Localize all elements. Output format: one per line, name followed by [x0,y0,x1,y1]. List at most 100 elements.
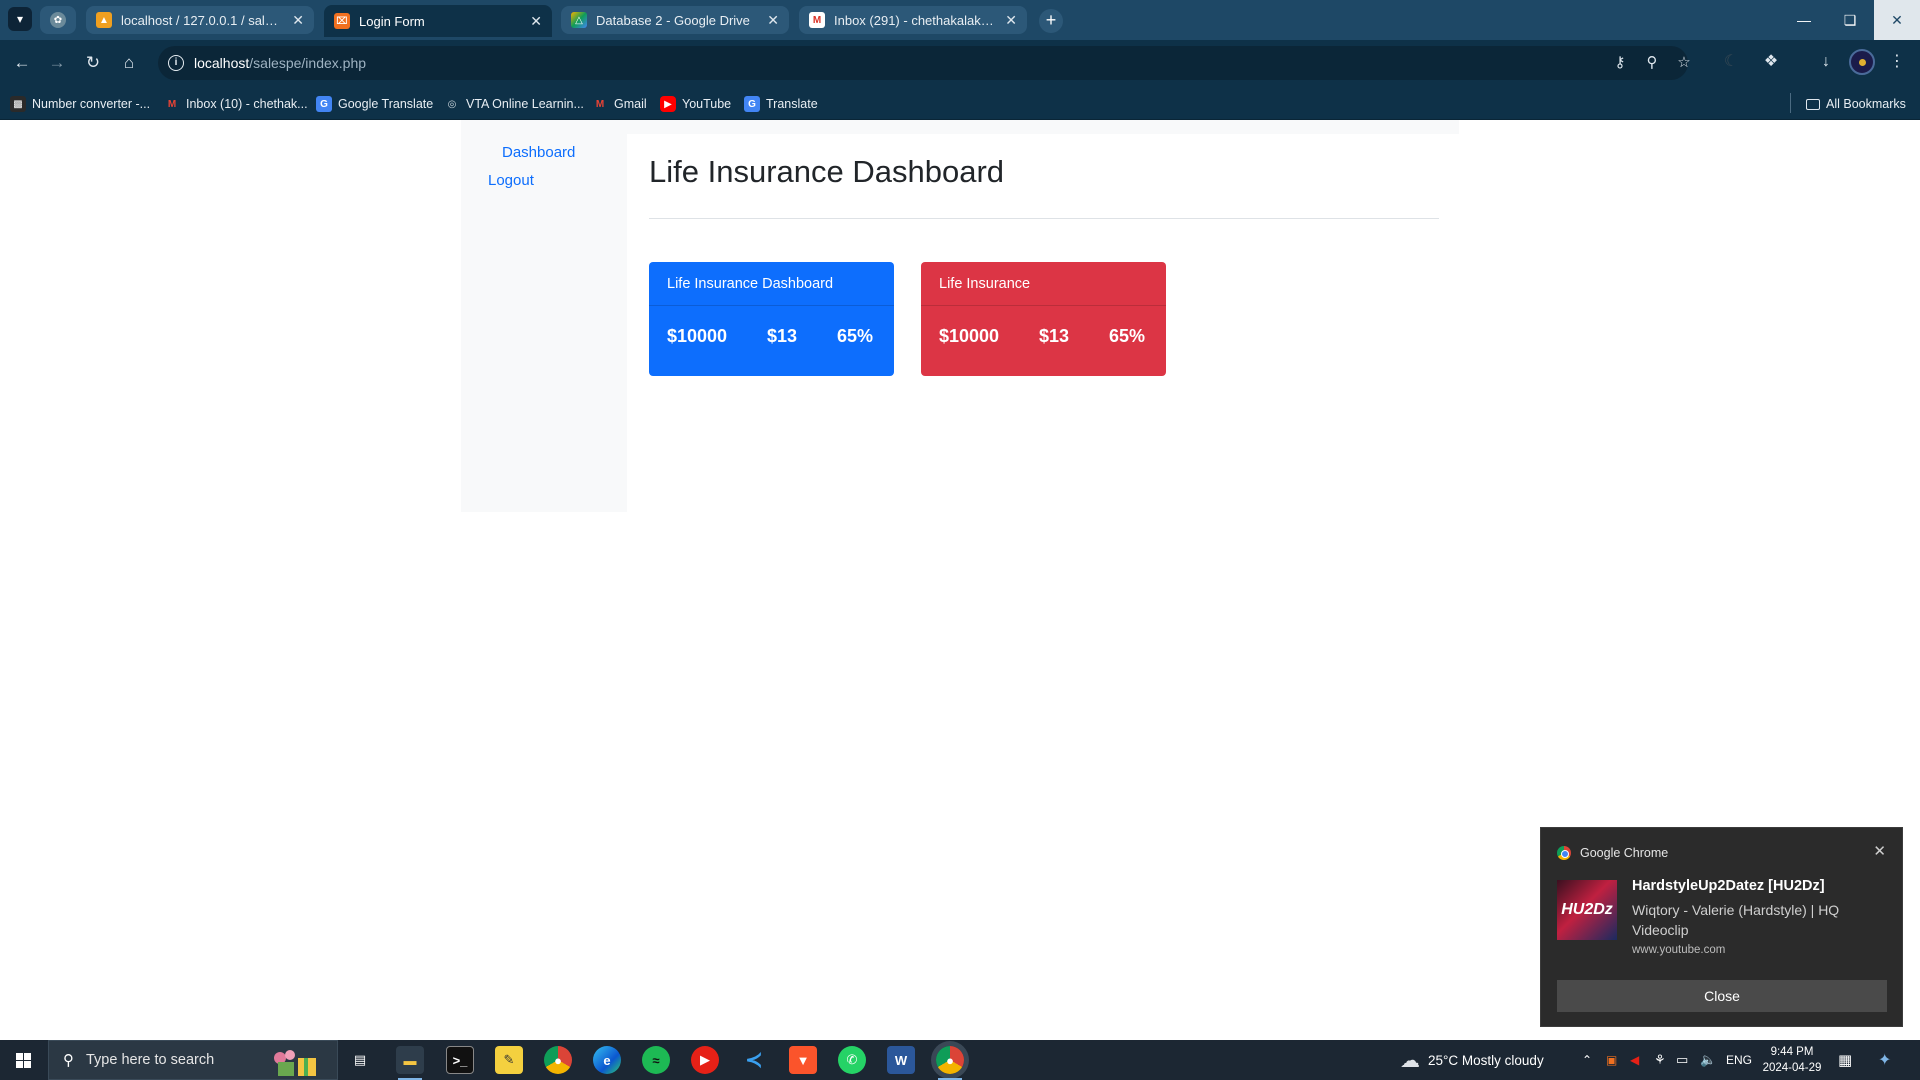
address-url[interactable]: localhost/salespe/index.php [194,55,366,71]
edge-icon[interactable]: e [593,1046,621,1074]
site-info-icon[interactable]: i [168,55,184,71]
close-tab-icon[interactable]: ✕ [767,12,779,29]
minimize-button[interactable]: — [1781,0,1827,40]
youtube-music-icon[interactable]: ▶ [691,1046,719,1074]
profile-avatar[interactable] [1849,49,1875,75]
back-arrow-icon[interactable]: ← [10,51,34,75]
new-tab-button[interactable]: + [1039,9,1063,33]
container-band [461,120,1459,134]
spotify-icon[interactable]: ≈ [642,1046,670,1074]
chrome-active-icon[interactable]: ● [936,1046,964,1080]
terminal-icon[interactable]: >_ [446,1046,474,1074]
card-percentage: 65% [837,326,874,346]
tab-login-form[interactable]: ⌧ Login Form ✕ [324,5,552,37]
weather-widget[interactable]: ☁ 25°C Mostly cloudy [1400,1040,1544,1080]
page-title: Life Insurance Dashboard [649,154,1005,189]
clock[interactable]: 9:44 PM 2024-04-29 [1762,1044,1822,1076]
chrome-taskbar-icon[interactable]: ● [544,1046,572,1074]
cloudy-weather-icon: ☁ [1400,1049,1420,1072]
media-tray-icon[interactable]: ◀ [1630,1040,1639,1080]
sticky-notes-icon[interactable]: ✎ [495,1046,523,1074]
bookmark-number-converter[interactable]: ▩ Number converter -... [10,95,150,113]
bookmark-youtube[interactable]: ▶ YouTube [660,95,731,113]
reload-icon[interactable]: ↻ [81,51,105,75]
bookmarks-bar: ▩ Number converter -... M Inbox (10) - c… [0,86,1920,120]
translate-icon: G [744,96,760,112]
extensions-puzzle-icon[interactable]: ❖ [1760,51,1782,73]
search-highlight-art [274,1050,316,1076]
tab-strip: ▾ ✿ ▲ localhost / 127.0.0.1 / sales / en… [0,0,1920,40]
sidebar-link-logout[interactable]: Logout [488,172,534,189]
bookmark-translate[interactable]: G Translate [744,95,818,113]
address-bar[interactable]: i localhost/salespe/index.php ⚷ ⚲ ☆ [158,46,1691,80]
brave-icon[interactable]: ▼ [789,1046,817,1074]
bookmark-gmail[interactable]: M Gmail [592,95,647,113]
show-hidden-icons[interactable]: ⌃ [1582,1040,1592,1080]
sidebar: Dashboard Logout [461,134,627,512]
close-tab-icon[interactable]: ✕ [1005,12,1017,29]
card-percentage: 65% [1109,326,1146,346]
whatsapp-icon[interactable]: ✆ [838,1046,866,1074]
task-view-icon[interactable]: ▤ [346,1046,374,1074]
language-indicator[interactable]: ENG [1726,1040,1752,1080]
bookmark-google-translate[interactable]: G Google Translate [316,95,433,113]
network-tray-icon[interactable]: ⚘ [1654,1040,1666,1080]
notification-thumbnail[interactable]: HU2Dz [1557,880,1617,940]
volume-icon[interactable]: 🔈 [1700,1040,1716,1080]
notification-close-icon[interactable]: ✕ [1873,842,1886,860]
card-premium: $13 [1039,326,1070,346]
chatgpt-icon: ✿ [50,12,66,28]
notification-source: www.youtube.com [1632,944,1726,956]
notification-close-button[interactable]: Close [1557,980,1887,1012]
bookmarks-divider [1790,93,1791,113]
title-divider [649,218,1439,219]
close-tab-icon[interactable]: ✕ [530,13,542,30]
search-icon: ⚲ [63,1052,74,1069]
windows-icon [15,1052,31,1068]
sidebar-link-dashboard[interactable]: Dashboard [502,144,575,161]
search-placeholder: Type here to search [86,1052,215,1068]
translate-icon: G [316,96,332,112]
bookmark-inbox[interactable]: M Inbox (10) - chethak... [164,95,308,113]
xampp-tray-icon[interactable]: ▣ [1606,1040,1617,1080]
display-tray-icon[interactable]: ▭ [1676,1040,1688,1080]
start-button[interactable] [0,1040,46,1080]
restore-button[interactable]: ❏ [1827,0,1873,40]
all-bookmarks-button[interactable]: All Bookmarks [1806,95,1906,113]
vscode-icon[interactable]: ≺ [740,1046,768,1074]
browser-toolbar: ← → ↻ ⌂ i localhost/salespe/index.php ⚷ … [0,40,1920,86]
tab-gmail-inbox[interactable]: M Inbox (291) - chethakalakshan5 ✕ [799,6,1027,34]
gmail-icon: M [595,98,605,110]
briefcase-icon: ▩ [10,96,26,112]
tab-phpmyadmin[interactable]: ▲ localhost / 127.0.0.1 / sales / en ✕ [86,6,314,34]
tab-google-drive[interactable]: △ Database 2 - Google Drive ✕ [561,6,789,34]
bookmark-star-icon[interactable]: ☆ [1675,54,1693,72]
file-explorer-icon[interactable]: ▬ [396,1046,424,1080]
tab-search-button[interactable]: ▾ [8,7,32,31]
close-window-button[interactable]: ✕ [1874,0,1920,40]
download-icon[interactable]: ↓ [1815,51,1837,73]
folder-icon [1806,98,1820,110]
menu-kebab-icon[interactable]: ⋮ [1886,51,1908,73]
card-header: Life Insurance [921,262,1166,306]
notifications-icon[interactable]: ▦ [1838,1040,1852,1080]
card-premium: $13 [767,326,798,346]
password-key-icon[interactable]: ⚷ [1611,54,1629,72]
chrome-notification: Google Chrome ✕ HU2Dz HardstyleUp2Datez … [1540,827,1903,1027]
card-header: Life Insurance Dashboard [649,262,894,306]
tab-chatgpt[interactable]: ✿ [40,6,76,34]
card-body: $10000 $13 65% [921,306,1166,376]
notification-title[interactable]: HardstyleUp2Datez [HU2Dz] [1632,878,1825,894]
close-tab-icon[interactable]: ✕ [292,12,304,29]
word-icon[interactable]: W [887,1046,915,1074]
taskbar: ⚲ Type here to search ▤ ▬ >_ ✎ ● e ≈ ▶ ≺… [0,1040,1920,1080]
extension-moon-icon[interactable]: ☾ [1720,51,1742,73]
tab-title: Inbox (291) - chethakalakshan5 [834,12,997,28]
bookmark-vta-online[interactable]: ◎ VTA Online Learnin... [444,95,584,113]
forward-arrow-icon[interactable]: → [45,51,69,75]
home-icon[interactable]: ⌂ [117,51,141,75]
copilot-icon[interactable]: ✦ [1878,1040,1891,1080]
notification-body[interactable]: Wiqtory - Valerie (Hardstyle) | HQ Video… [1632,900,1882,940]
zoom-icon[interactable]: ⚲ [1643,54,1661,72]
tab-title: localhost / 127.0.0.1 / sales / en [121,12,284,28]
